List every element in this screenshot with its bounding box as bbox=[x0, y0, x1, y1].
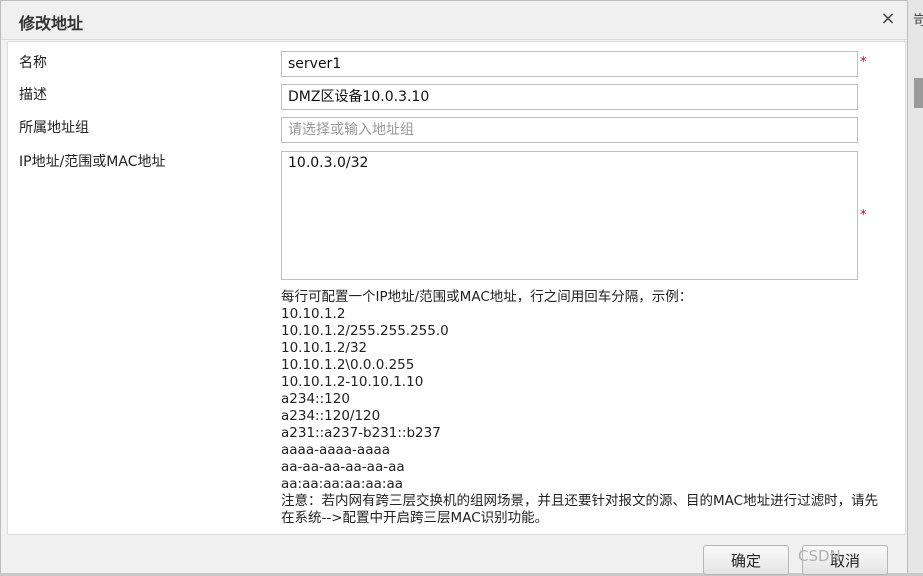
address-group-input[interactable]: 请选择或输入地址组 bbox=[281, 117, 858, 143]
form-panel: 名称 server1 * 描述 DMZ区设备10.0.3.10 所属地址组 请选… bbox=[7, 41, 906, 535]
help-example: aaaa-aaaa-aaaa bbox=[281, 442, 391, 458]
ok-button[interactable]: 确定 bbox=[703, 545, 789, 575]
ip-list-textarea[interactable]: 10.0.3.0/32 bbox=[281, 151, 858, 280]
help-note: 注意：若内网有跨三层交换机的组网场景，并且还要针对报文的源、目的MAC地址进行过… bbox=[281, 493, 879, 526]
help-example: 10.10.1.2-10.10.1.10 bbox=[281, 374, 424, 390]
ip-list-label: IP地址/范围或MAC地址 bbox=[19, 154, 166, 170]
background-edge-text: 岢 bbox=[913, 13, 923, 29]
description-label: 描述 bbox=[19, 87, 47, 103]
help-example: a231::a237-b231::b237 bbox=[281, 425, 441, 441]
help-example: 10.10.1.2\0.0.0.255 bbox=[281, 357, 415, 373]
description-input[interactable]: DMZ区设备10.0.3.10 bbox=[281, 84, 858, 110]
help-example: 10.10.1.2/32 bbox=[281, 340, 368, 356]
name-label: 名称 bbox=[19, 55, 47, 71]
dialog-titlebar: 修改地址 × bbox=[1, 1, 907, 40]
help-example: aa:aa:aa:aa:aa:aa bbox=[281, 476, 404, 492]
background-scrollbar bbox=[914, 78, 923, 108]
dialog-title: 修改地址 bbox=[19, 14, 84, 33]
help-example: 10.10.1.2/255.255.255.0 bbox=[281, 323, 449, 339]
help-example: a234::120 bbox=[281, 391, 350, 407]
edit-address-dialog: 修改地址 × 名称 server1 * 描述 DMZ区设备10.0.3.10 所… bbox=[0, 0, 908, 573]
watermark: CSDN bbox=[798, 547, 841, 565]
help-intro: 每行可配置一个IP地址/范围或MAC地址，行之间用回车分隔，示例： bbox=[281, 289, 693, 305]
close-icon[interactable]: × bbox=[877, 8, 899, 30]
ip-list-required-mark: * bbox=[860, 208, 867, 223]
help-text: 每行可配置一个IP地址/范围或MAC地址，行之间用回车分隔，示例： 10.10.… bbox=[281, 289, 881, 527]
address-group-label: 所属地址组 bbox=[19, 120, 89, 136]
name-input[interactable]: server1 bbox=[281, 51, 858, 77]
help-example: a234::120/120 bbox=[281, 408, 381, 424]
help-example: 10.10.1.2 bbox=[281, 306, 346, 322]
help-example: aa-aa-aa-aa-aa-aa bbox=[281, 459, 405, 475]
name-required-mark: * bbox=[860, 55, 867, 70]
